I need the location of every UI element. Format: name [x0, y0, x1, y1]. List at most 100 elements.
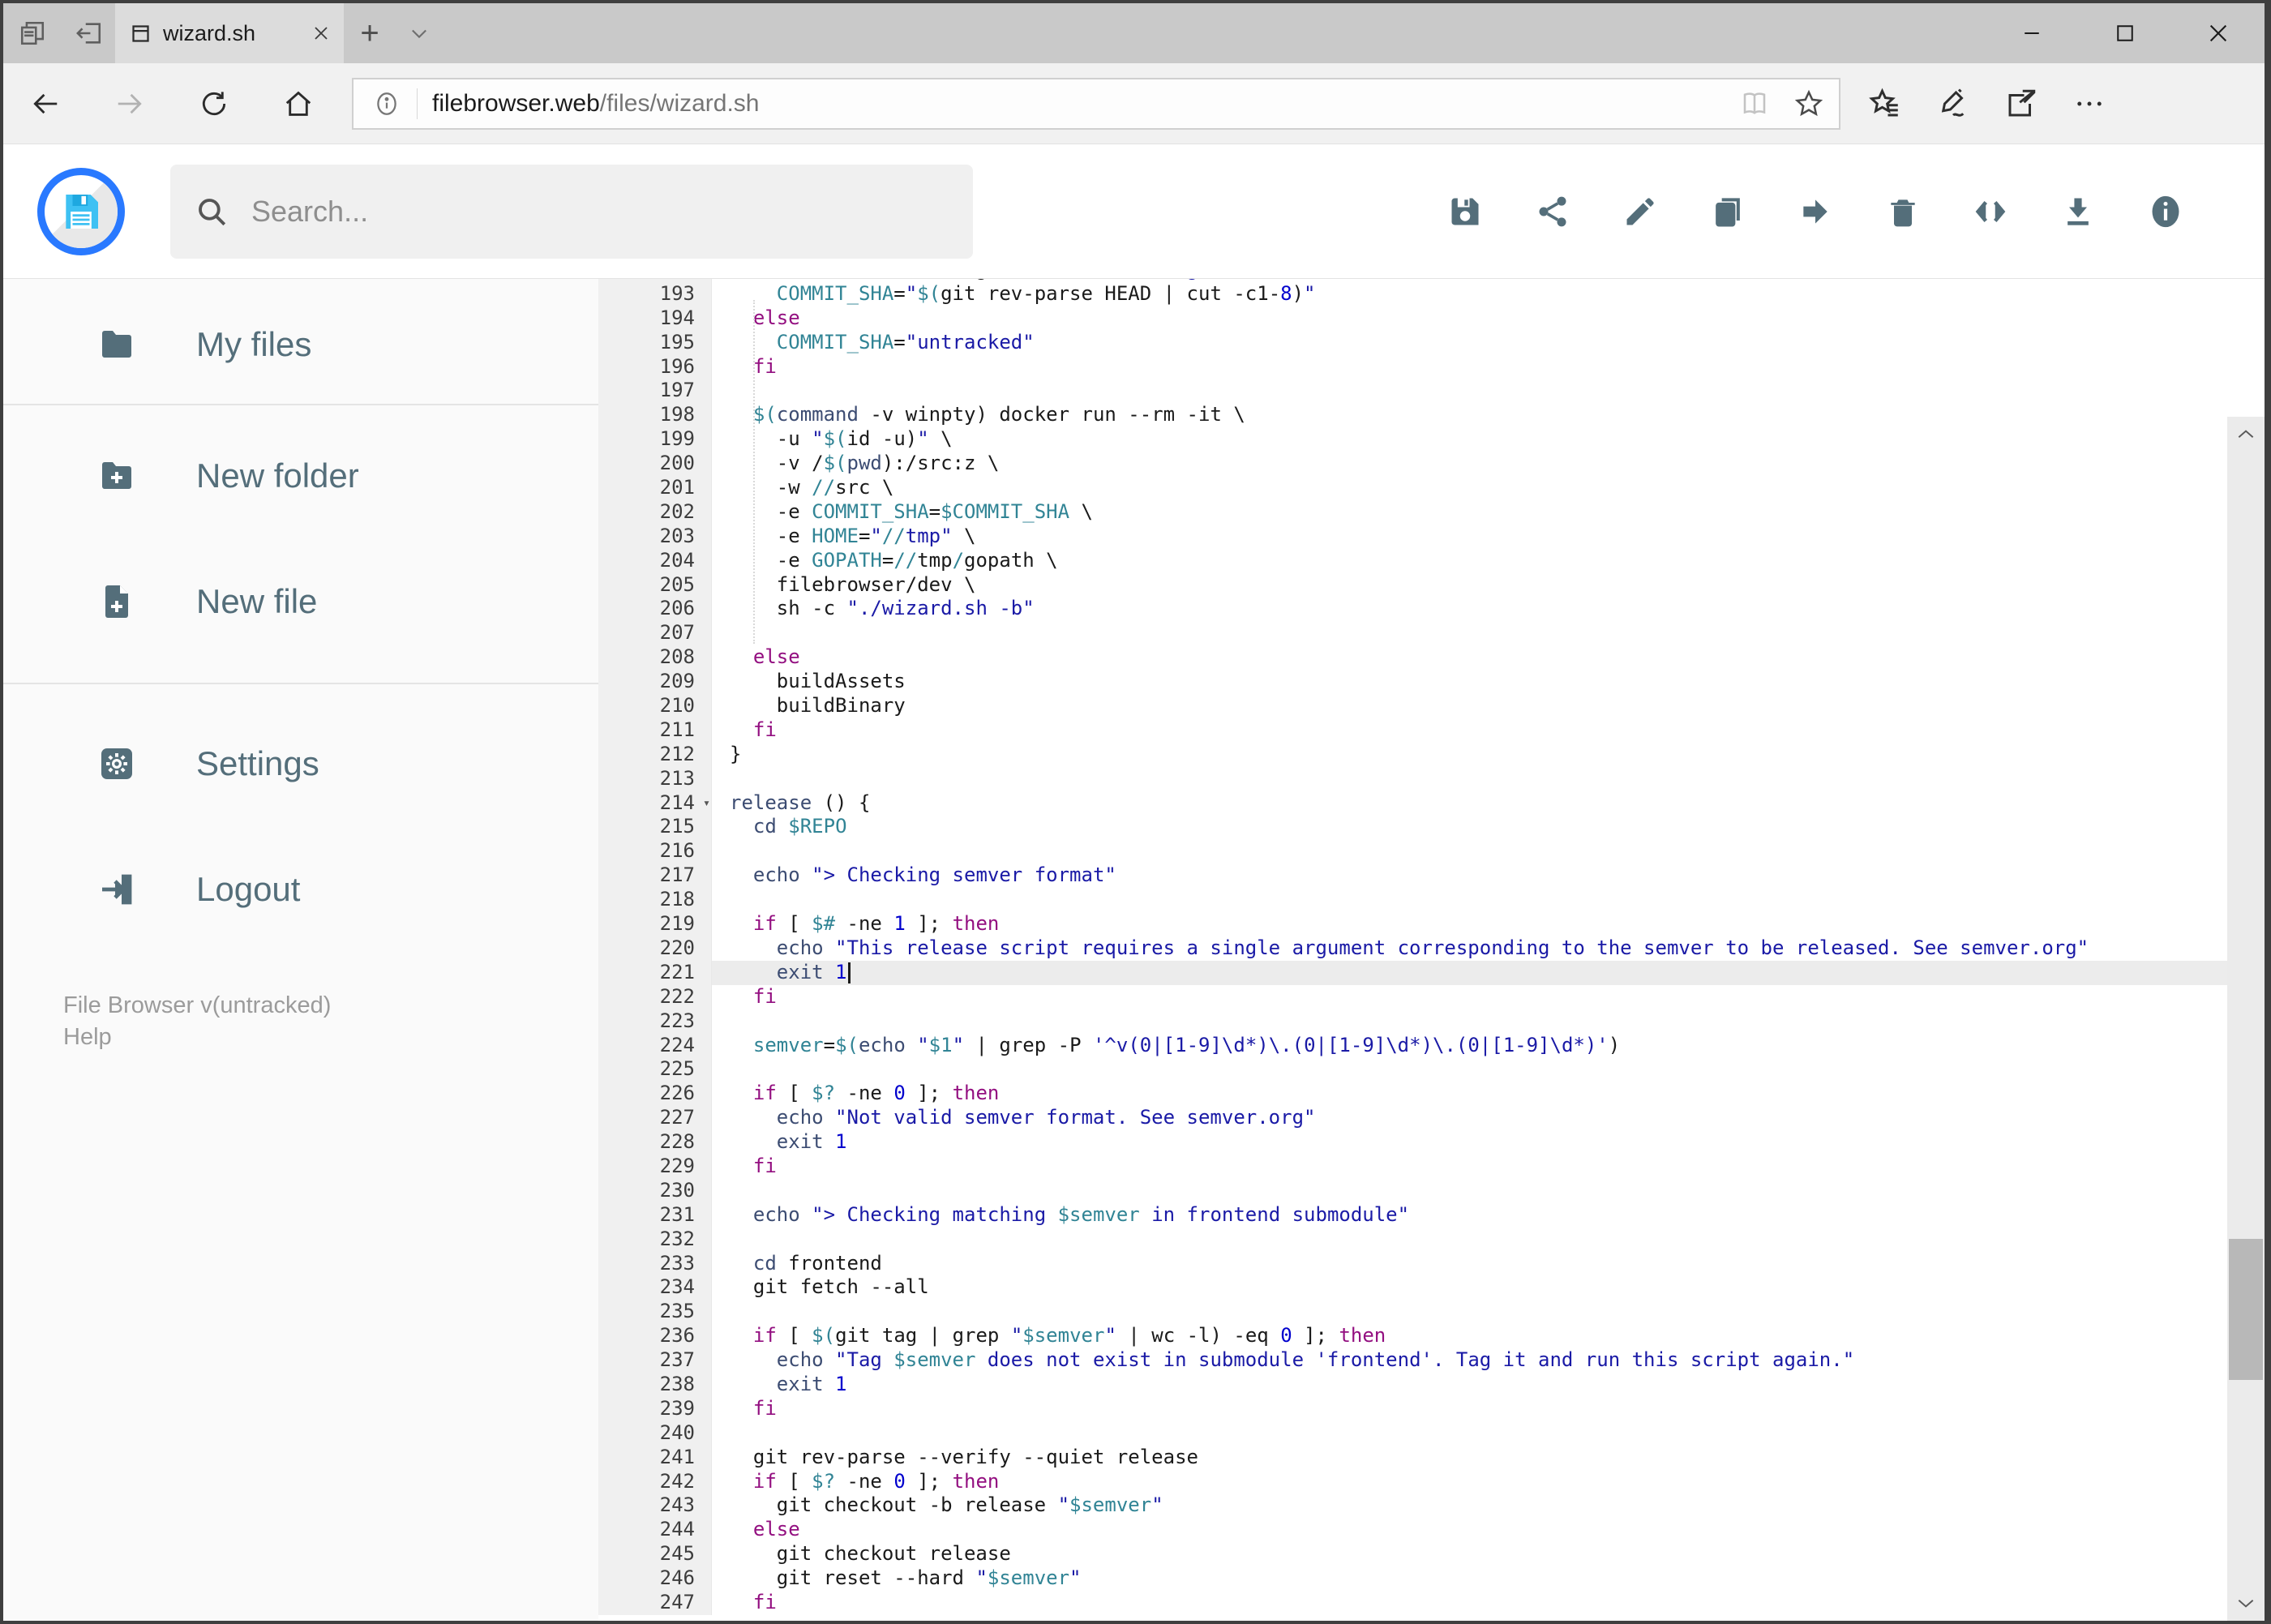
- code-line[interactable]: 210 buildBinary: [598, 694, 2227, 718]
- code-text[interactable]: buildAssets: [712, 670, 2227, 694]
- code-text[interactable]: -u "$(id -u)" \: [712, 427, 2227, 452]
- code-text[interactable]: semver=$(echo "$1" | grep -P '^v(0|[1-9]…: [712, 1034, 2227, 1058]
- code-line[interactable]: 193 COMMIT_SHA="$(git rev-parse HEAD | c…: [598, 281, 2227, 306]
- tab-close-icon[interactable]: [311, 24, 331, 43]
- code-text[interactable]: -e HOME="//tmp" \: [712, 525, 2227, 549]
- code-line[interactable]: 202 -e COMMIT_SHA=$COMMIT_SHA \: [598, 499, 2227, 525]
- refresh-button[interactable]: [172, 63, 256, 144]
- code-line[interactable]: 232: [598, 1227, 2227, 1252]
- code-line[interactable]: 215 cd $REPO: [598, 815, 2227, 840]
- code-text[interactable]: sh -c "./wizard.sh -b": [712, 597, 2227, 621]
- code-text[interactable]: fi: [712, 355, 2227, 379]
- code-line[interactable]: 209 buildAssets: [598, 670, 2227, 695]
- code-line[interactable]: 233 cd frontend: [598, 1251, 2227, 1276]
- forward-button[interactable]: [88, 63, 172, 144]
- code-line[interactable]: 220 echo "This release script requires a…: [598, 936, 2227, 961]
- code-text[interactable]: fi: [712, 1397, 2227, 1421]
- code-text[interactable]: COMMIT_SHA="$(git rev-parse HEAD | cut -…: [712, 282, 2227, 306]
- code-text[interactable]: cd frontend: [712, 1252, 2227, 1276]
- scroll-up-icon[interactable]: [2227, 417, 2265, 452]
- code-text[interactable]: git fetch --all: [712, 1275, 2227, 1300]
- code-line[interactable]: 244 else: [598, 1518, 2227, 1543]
- code-text[interactable]: if [ $# -ne 1 ]; then: [712, 912, 2227, 936]
- sidebar-item-new-folder[interactable]: New folder: [3, 431, 598, 521]
- code-text[interactable]: COMMIT_SHA="untracked": [712, 331, 2227, 355]
- address-bar[interactable]: filebrowser.web/files/wizard.sh: [352, 77, 1840, 130]
- code-text[interactable]: buildBinary: [712, 694, 2227, 718]
- code-line[interactable]: 240: [598, 1420, 2227, 1446]
- code-view-button[interactable]: [1947, 163, 2034, 260]
- code-text[interactable]: -e GOPATH=//tmp/gopath \: [712, 549, 2227, 573]
- code-text[interactable]: [712, 621, 2227, 645]
- code-line[interactable]: 246 git reset --hard "$semver": [598, 1566, 2227, 1591]
- code-line[interactable]: 238 exit 1: [598, 1372, 2227, 1397]
- code-line[interactable]: 195 COMMIT_SHA="untracked": [598, 330, 2227, 355]
- code-line[interactable]: 201 -w //src \: [598, 476, 2227, 500]
- code-line[interactable]: 229 fi: [598, 1154, 2227, 1179]
- code-text[interactable]: [712, 888, 2227, 912]
- code-line[interactable]: 228 exit 1: [598, 1130, 2227, 1155]
- web-notes-pen-icon[interactable]: [1936, 87, 1970, 121]
- code-text[interactable]: git reset --hard "$semver": [712, 1566, 2227, 1591]
- share-file-button[interactable]: [1509, 163, 1596, 260]
- code-line[interactable]: 216: [598, 839, 2227, 864]
- code-text[interactable]: else: [712, 645, 2227, 670]
- code-line[interactable]: 241 git rev-parse --verify --quiet relea…: [598, 1445, 2227, 1470]
- scroll-down-icon[interactable]: [2227, 1585, 2265, 1621]
- code-line[interactable]: 208 else: [598, 645, 2227, 671]
- code-text[interactable]: [712, 767, 2227, 791]
- code-line[interactable]: 237 echo "Tag $semver does not exist in …: [598, 1348, 2227, 1373]
- code-text[interactable]: [712, 1179, 2227, 1203]
- code-text[interactable]: release () {: [712, 791, 2227, 816]
- code-line[interactable]: 226 if [ $? -ne 0 ]; then: [598, 1082, 2227, 1107]
- reading-view-icon[interactable]: [1740, 89, 1769, 118]
- code-text[interactable]: else: [712, 1518, 2227, 1542]
- code-line[interactable]: 243 git checkout -b release "$semver": [598, 1493, 2227, 1519]
- code-line[interactable]: 239 fi: [598, 1396, 2227, 1421]
- info-button[interactable]: [2122, 163, 2209, 260]
- code-line[interactable]: 230: [598, 1178, 2227, 1203]
- code-text[interactable]: echo "Tag $semver does not exist in subm…: [712, 1348, 2227, 1373]
- code-line[interactable]: 227 echo "Not valid semver format. See s…: [598, 1106, 2227, 1131]
- edit-button[interactable]: [1596, 163, 1684, 260]
- code-line[interactable]: 212}: [598, 742, 2227, 767]
- code-line[interactable]: 224 semver=$(echo "$1" | grep -P '^v(0|[…: [598, 1033, 2227, 1058]
- code-line[interactable]: 214 ▾ release () {: [598, 791, 2227, 816]
- sidebar-item-new-file[interactable]: New file: [3, 557, 598, 646]
- favorite-star-icon[interactable]: [1793, 88, 1824, 119]
- code-text[interactable]: echo "Not valid semver format. See semve…: [712, 1106, 2227, 1130]
- delete-button[interactable]: [1859, 163, 1947, 260]
- tab-preview-icon[interactable]: [15, 15, 50, 51]
- code-line[interactable]: 242 if [ $? -ne 0 ]; then: [598, 1469, 2227, 1494]
- code-text[interactable]: else: [712, 306, 2227, 331]
- code-line[interactable]: 234 git fetch --all: [598, 1275, 2227, 1300]
- back-button[interactable]: [3, 63, 88, 144]
- code-text[interactable]: fi: [712, 718, 2227, 743]
- home-button[interactable]: [256, 63, 341, 144]
- minimize-button[interactable]: [1985, 3, 2078, 63]
- code-text[interactable]: echo "> Checking semver format": [712, 863, 2227, 888]
- scrollbar-thumb[interactable]: [2229, 1239, 2263, 1380]
- url-text[interactable]: filebrowser.web/files/wizard.sh: [432, 90, 1740, 118]
- set-tabs-aside-icon[interactable]: [71, 15, 107, 51]
- page-scrollbar[interactable]: [2227, 417, 2265, 1621]
- code-line[interactable]: 231 echo "> Checking matching $semver in…: [598, 1202, 2227, 1228]
- tab-list-chevron-icon[interactable]: [396, 3, 443, 63]
- share-icon[interactable]: [2004, 87, 2038, 121]
- code-editor[interactable]: 192 if [ "$(command -v git)" ] && [ -d "…: [598, 279, 2227, 1621]
- sidebar-item-my-files[interactable]: My files: [3, 300, 598, 389]
- code-text[interactable]: -e COMMIT_SHA=$COMMIT_SHA \: [712, 500, 2227, 525]
- code-line[interactable]: 207: [598, 621, 2227, 646]
- code-line[interactable]: 218: [598, 888, 2227, 913]
- sidebar-item-settings[interactable]: Settings: [3, 719, 598, 808]
- code-line[interactable]: 203 -e HOME="//tmp" \: [598, 524, 2227, 549]
- download-button[interactable]: [2034, 163, 2122, 260]
- code-text[interactable]: exit 1: [712, 1130, 2227, 1155]
- code-text[interactable]: fi: [712, 1155, 2227, 1179]
- code-line[interactable]: 236 if [ $(git tag | grep "$semver" | wc…: [598, 1324, 2227, 1349]
- code-line[interactable]: 247 fi: [598, 1590, 2227, 1615]
- tab-wizard-sh[interactable]: wizard.sh: [115, 3, 344, 63]
- search-input[interactable]: Search...: [170, 164, 973, 259]
- maximize-button[interactable]: [2078, 3, 2171, 63]
- code-text[interactable]: [712, 1300, 2227, 1324]
